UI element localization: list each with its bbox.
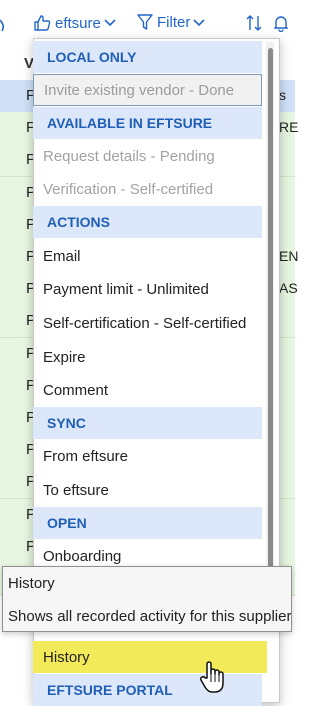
- menu-item-request-details[interactable]: Request details - Pending: [33, 140, 262, 172]
- eftsure-menu-button[interactable]: eftsure: [33, 14, 116, 32]
- menu-item-email[interactable]: Email: [33, 240, 262, 272]
- menu-item-to-eftsure[interactable]: To eftsure: [33, 474, 262, 506]
- section-actions: ACTIONS: [33, 206, 262, 238]
- chevron-down-icon: [104, 19, 116, 27]
- cell-right: AS: [279, 280, 298, 297]
- history-tooltip: History Shows all recorded activity for …: [2, 566, 292, 632]
- chevron-down-icon: [193, 18, 205, 27]
- refresh-icon[interactable]: [0, 16, 6, 34]
- menu-item-comment[interactable]: Comment: [33, 374, 262, 406]
- menu-item-verification[interactable]: Verification - Self-certified: [33, 173, 262, 205]
- menu-item-payment-limit[interactable]: Payment limit - Unlimited: [33, 273, 262, 305]
- cell-right: EN: [279, 248, 299, 264]
- menu-item-history[interactable]: History: [33, 641, 267, 673]
- sort-icon[interactable]: [246, 14, 262, 32]
- menu-item-from-eftsure[interactable]: From eftsure: [33, 440, 262, 472]
- menu-item-invite-existing-vendor[interactable]: Invite existing vendor - Done: [33, 74, 262, 106]
- bell-icon[interactable]: [274, 14, 288, 32]
- cell-right: s: [279, 87, 286, 103]
- menu-scroll-thumb[interactable]: [268, 48, 273, 576]
- menu-item-expire[interactable]: Expire: [33, 341, 262, 373]
- thumbs-up-icon: [33, 14, 51, 32]
- eftsure-label: eftsure: [55, 14, 101, 32]
- tooltip-description: Shows all recorded activity for this sup…: [8, 608, 292, 625]
- section-open: OPEN: [33, 507, 262, 539]
- menu-item-self-certification[interactable]: Self-certification - Self-certified: [33, 307, 262, 339]
- filter-button[interactable]: Filter: [137, 14, 205, 31]
- hand-pointer-cursor-icon: [198, 660, 228, 694]
- filter-icon: [137, 14, 153, 31]
- filter-label: Filter: [157, 14, 191, 31]
- cell-right: RE: [279, 119, 299, 136]
- section-available-in-eftsure: AVAILABLE IN EFTSURE: [33, 107, 262, 139]
- tooltip-title: History: [8, 575, 55, 592]
- section-sync: SYNC: [33, 407, 262, 439]
- section-local-only: LOCAL ONLY: [33, 41, 262, 73]
